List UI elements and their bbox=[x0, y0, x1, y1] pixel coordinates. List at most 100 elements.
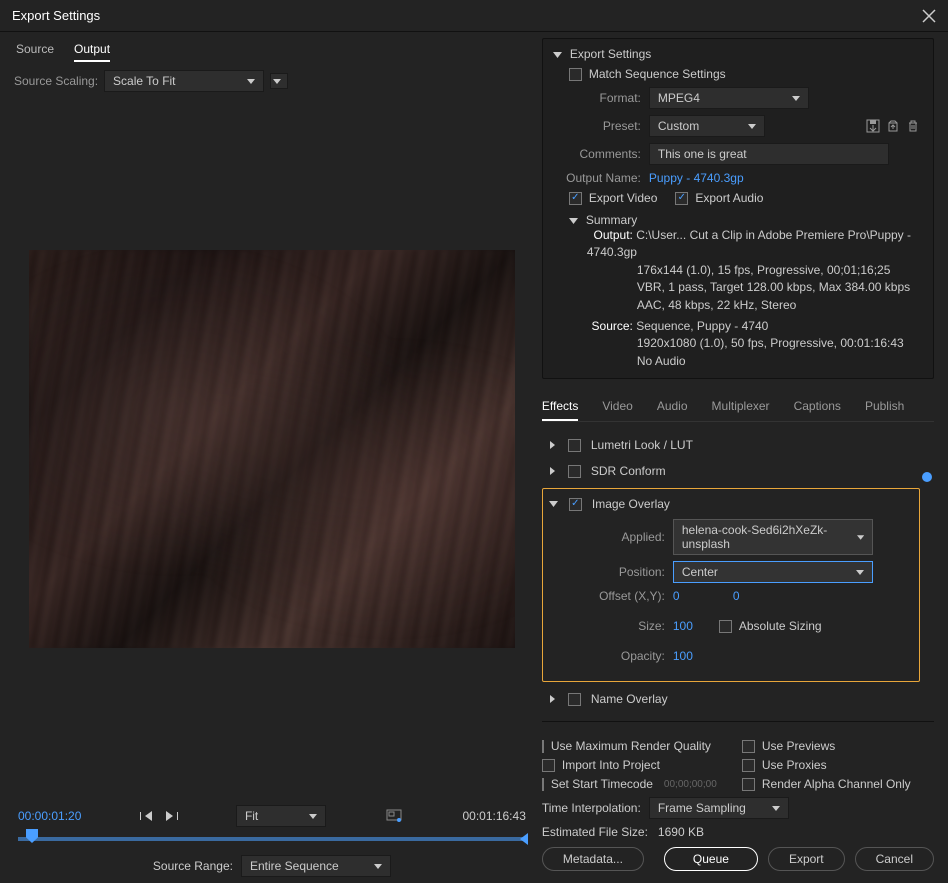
comments-input[interactable]: This one is great bbox=[649, 143, 889, 165]
offset-label: Offset (X,Y): bbox=[563, 589, 673, 603]
set-start-tc-checkbox[interactable] bbox=[542, 778, 544, 791]
chevron-right-icon bbox=[548, 464, 558, 478]
preset-label: Preset: bbox=[553, 119, 649, 133]
summary-output-label: Output: bbox=[587, 227, 633, 244]
step-back-button[interactable] bbox=[145, 811, 152, 821]
duration-display: 00:01:16:43 bbox=[462, 809, 525, 823]
cancel-button[interactable]: Cancel bbox=[855, 847, 934, 871]
match-sequence-label: Match Sequence Settings bbox=[589, 67, 726, 81]
import-project-checkbox[interactable] bbox=[542, 759, 555, 772]
tab-audio[interactable]: Audio bbox=[657, 393, 688, 421]
export-video-checkbox[interactable] bbox=[569, 192, 582, 205]
name-overlay-section[interactable]: Name Overlay bbox=[542, 686, 920, 712]
summary-twirl[interactable]: Summary bbox=[569, 213, 923, 227]
summary-output: Output: C:\User... Cut a Clip in Adobe P… bbox=[587, 227, 923, 314]
start-tc-value: 00;00;00;00 bbox=[664, 779, 717, 790]
est-size-label: Estimated File Size: bbox=[542, 825, 648, 839]
scrollbar-thumb-indicator[interactable] bbox=[922, 472, 932, 482]
output-name-label: Output Name: bbox=[553, 171, 649, 185]
export-audio-checkbox[interactable] bbox=[675, 192, 688, 205]
tab-output[interactable]: Output bbox=[74, 38, 110, 62]
export-button[interactable]: Export bbox=[768, 847, 845, 871]
tab-multiplexer[interactable]: Multiplexer bbox=[712, 393, 770, 421]
source-scaling-extra-dropdown[interactable] bbox=[270, 73, 288, 89]
format-dropdown[interactable]: MPEG4 bbox=[649, 87, 809, 109]
use-previews-checkbox[interactable] bbox=[742, 740, 755, 753]
lumetri-section[interactable]: Lumetri Look / LUT bbox=[542, 432, 920, 458]
name-overlay-label: Name Overlay bbox=[591, 692, 668, 706]
queue-button[interactable]: Queue bbox=[664, 847, 758, 871]
name-overlay-checkbox[interactable] bbox=[568, 693, 581, 706]
match-sequence-checkbox[interactable] bbox=[569, 68, 582, 81]
lumetri-label: Lumetri Look / LUT bbox=[591, 438, 693, 452]
time-interp-value: Frame Sampling bbox=[658, 801, 746, 815]
settings-panel: Export Settings Match Sequence Settings … bbox=[536, 32, 948, 883]
tab-captions[interactable]: Captions bbox=[794, 393, 841, 421]
image-overlay-label: Image Overlay bbox=[592, 497, 670, 511]
preview-area bbox=[14, 98, 530, 799]
time-interp-label: Time Interpolation: bbox=[542, 801, 641, 815]
position-dropdown[interactable]: Center bbox=[673, 561, 873, 583]
tab-effects[interactable]: Effects bbox=[542, 393, 578, 421]
timeline-out-mark[interactable] bbox=[520, 833, 528, 845]
opacity-input[interactable]: 100 bbox=[673, 649, 703, 663]
offset-y-input[interactable]: 0 bbox=[733, 589, 763, 603]
export-settings-twirl[interactable]: Export Settings bbox=[553, 47, 923, 61]
sdr-checkbox[interactable] bbox=[568, 465, 581, 478]
max-quality-checkbox[interactable] bbox=[542, 740, 544, 753]
format-value: MPEG4 bbox=[658, 91, 700, 105]
video-preview[interactable] bbox=[29, 250, 515, 648]
applied-dropdown[interactable]: helena-cook-Sed6i2hXeZk-unsplash bbox=[673, 519, 873, 555]
image-overlay-header[interactable]: Image Overlay bbox=[549, 495, 913, 513]
effects-scroll[interactable]: Lumetri Look / LUT SDR Conform Image Ove… bbox=[542, 432, 934, 715]
metadata-button[interactable]: Metadata... bbox=[542, 847, 644, 871]
use-proxies-checkbox[interactable] bbox=[742, 759, 755, 772]
offset-x-input[interactable]: 0 bbox=[673, 589, 703, 603]
preview-tabs: Source Output bbox=[16, 38, 530, 62]
absolute-sizing-checkbox[interactable] bbox=[719, 620, 732, 633]
import-preset-button[interactable] bbox=[883, 116, 903, 136]
lumetri-checkbox[interactable] bbox=[568, 439, 581, 452]
step-forward-button[interactable] bbox=[166, 811, 173, 821]
close-button[interactable] bbox=[922, 9, 936, 23]
step-buttons bbox=[140, 811, 178, 821]
aspect-ratio-button[interactable] bbox=[384, 806, 404, 826]
set-start-tc-label: Set Start Timecode bbox=[551, 777, 653, 791]
effect-tabs: Effects Video Audio Multiplexer Captions… bbox=[542, 393, 934, 422]
output-name-link[interactable]: Puppy - 4740.3gp bbox=[649, 171, 744, 185]
position-value: Center bbox=[682, 565, 718, 579]
chevron-down-icon bbox=[549, 497, 559, 511]
size-label: Size: bbox=[563, 619, 673, 633]
timeline[interactable] bbox=[18, 829, 526, 847]
opacity-label: Opacity: bbox=[563, 649, 673, 663]
time-interp-dropdown[interactable]: Frame Sampling bbox=[649, 797, 789, 819]
summary-label: Summary bbox=[586, 213, 637, 227]
delete-preset-button[interactable] bbox=[903, 116, 923, 136]
titlebar: Export Settings bbox=[0, 0, 948, 32]
render-alpha-checkbox[interactable] bbox=[742, 778, 755, 791]
source-scaling-value: Scale To Fit bbox=[113, 74, 175, 88]
source-scaling-dropdown[interactable]: Scale To Fit bbox=[104, 70, 264, 92]
size-input[interactable]: 100 bbox=[673, 619, 703, 633]
tab-video[interactable]: Video bbox=[602, 393, 632, 421]
preset-dropdown[interactable]: Custom bbox=[649, 115, 765, 137]
tab-publish[interactable]: Publish bbox=[865, 393, 904, 421]
export-video-label: Export Video bbox=[589, 191, 658, 205]
divider bbox=[542, 721, 934, 722]
current-timecode[interactable]: 00:00:01:20 bbox=[18, 809, 81, 823]
save-preset-button[interactable] bbox=[863, 116, 883, 136]
applied-value: helena-cook-Sed6i2hXeZk-unsplash bbox=[682, 523, 857, 551]
applied-label: Applied: bbox=[563, 530, 673, 544]
sdr-section[interactable]: SDR Conform bbox=[542, 458, 920, 484]
preview-panel: Source Output Source Scaling: Scale To F… bbox=[0, 32, 536, 883]
summary-source: Source: Sequence, Puppy - 4740 1920x1080… bbox=[587, 318, 923, 370]
zoom-fit-dropdown[interactable]: Fit bbox=[236, 805, 326, 827]
source-scaling-row: Source Scaling: Scale To Fit bbox=[14, 70, 530, 92]
export-audio-label: Export Audio bbox=[695, 191, 763, 205]
comments-label: Comments: bbox=[553, 147, 649, 161]
image-overlay-checkbox[interactable] bbox=[569, 498, 582, 511]
source-range-dropdown[interactable]: Entire Sequence bbox=[241, 855, 391, 877]
source-scaling-label: Source Scaling: bbox=[14, 74, 98, 88]
tab-source[interactable]: Source bbox=[16, 38, 54, 62]
export-settings-group: Export Settings Match Sequence Settings … bbox=[542, 38, 934, 379]
